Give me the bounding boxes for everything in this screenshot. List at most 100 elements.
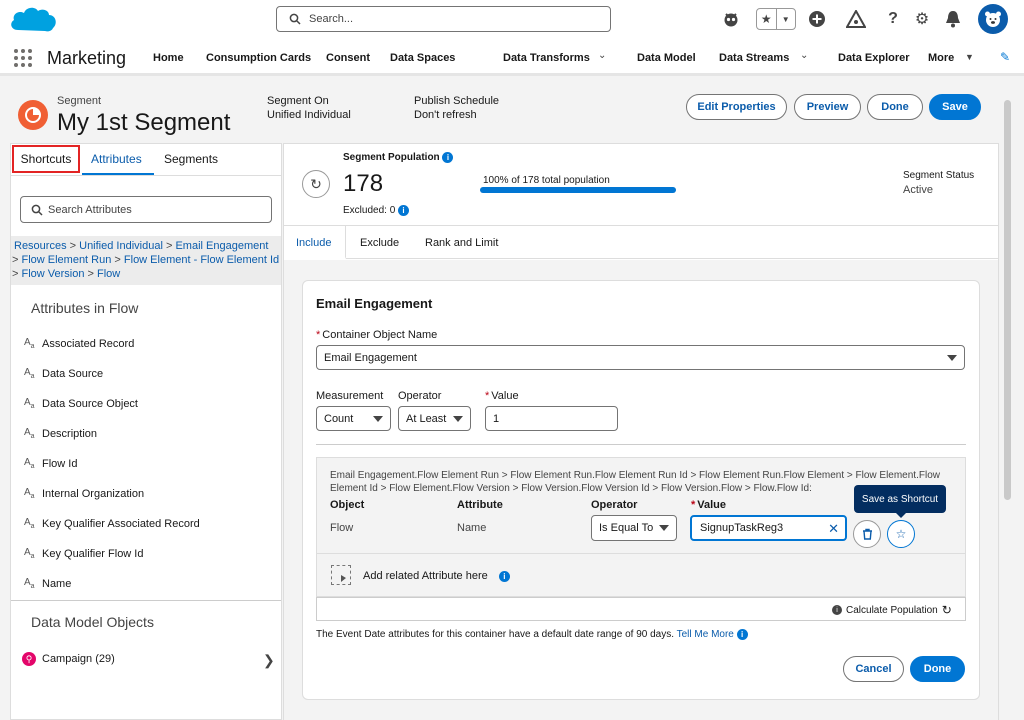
info-icon[interactable]: i [736, 629, 748, 640]
nav-item-home[interactable]: Home [153, 52, 184, 64]
text-type-icon: Aa [24, 577, 35, 590]
search-placeholder: Search... [309, 13, 354, 25]
edit-properties-button[interactable]: Edit Properties [686, 94, 787, 120]
breadcrumb-flow[interactable]: Flow [97, 268, 120, 280]
divider [316, 444, 966, 445]
operator-value: At Least [406, 412, 447, 425]
tab-include[interactable]: Include [296, 237, 331, 249]
text-type-icon: Aa [24, 367, 35, 380]
tab-rank-and-limit[interactable]: Rank and Limit [425, 237, 498, 249]
nav-item-data-spaces[interactable]: Data Spaces [390, 52, 455, 64]
breadcrumb-flow-element-run[interactable]: Flow Element Run [21, 254, 111, 266]
favorites-dropdown-icon[interactable]: ▼ [775, 9, 796, 29]
attribute-item[interactable]: Aa Key Qualifier Associated Record [24, 517, 200, 530]
filter-operator-select[interactable]: Is Equal To [591, 515, 677, 541]
favorites-star-icon[interactable]: ★ [757, 9, 776, 29]
breadcrumb-unified-individual[interactable]: Unified Individual [79, 240, 163, 252]
global-search-input[interactable]: Search... [276, 6, 611, 32]
nav-more-chevron-icon[interactable]: ▼ [965, 52, 974, 62]
nav-data-transforms-chevron-icon[interactable]: ⌄ [598, 50, 606, 61]
tab-exclude[interactable]: Exclude [360, 237, 399, 249]
attribute-label: Name [42, 577, 72, 590]
attribute-item[interactable]: Aa Data Source [24, 367, 103, 380]
col-operator: Operator [591, 499, 638, 511]
progress-fill [480, 187, 676, 193]
attribute-item[interactable]: Aa Data Source Object [24, 397, 138, 410]
notifications-bell-icon[interactable] [942, 8, 964, 30]
edit-nav-pencil-icon[interactable]: ✎ [1000, 50, 1010, 64]
help-icon[interactable]: ? [882, 8, 904, 30]
text-type-icon: Aa [24, 517, 35, 530]
nav-item-more[interactable]: More [928, 52, 954, 64]
filter-value-input[interactable]: SignupTaskReg3 ✕ [690, 515, 847, 541]
population-progress-bar [480, 187, 676, 193]
trailhead-icon[interactable] [845, 8, 867, 30]
cancel-button[interactable]: Cancel [843, 656, 904, 682]
segment-status-label: Segment Status [903, 170, 975, 181]
dropdown-arrow-icon [947, 355, 957, 361]
attribute-item[interactable]: Aa Flow Id [24, 457, 77, 470]
clear-icon[interactable]: ✕ [828, 521, 839, 537]
breadcrumb-flow-element-id[interactable]: Flow Element - Flow Element Id [124, 254, 279, 266]
chevron-right-icon[interactable]: ❯ [263, 652, 275, 669]
col-value: * Value [691, 499, 727, 511]
search-icon [289, 13, 301, 25]
attribute-item[interactable]: Aa Associated Record [24, 337, 134, 350]
einstein-icon[interactable] [720, 8, 742, 30]
delete-filter-button[interactable] [853, 520, 881, 548]
refresh-population-icon[interactable]: ↻ [302, 170, 330, 198]
salesforce-cloud-icon[interactable] [8, 4, 60, 36]
save-as-shortcut-button[interactable]: ☆ [887, 520, 915, 548]
operator-select[interactable]: At Least [398, 406, 471, 431]
breadcrumb-flow-version[interactable]: Flow Version [21, 268, 84, 280]
tab-segments[interactable]: Segments [164, 152, 218, 166]
done-button[interactable]: Done [867, 94, 923, 120]
info-icon[interactable]: i [442, 152, 454, 163]
nav-item-data-transforms[interactable]: Data Transforms [503, 52, 590, 64]
container-done-button[interactable]: Done [910, 656, 965, 682]
container-object-value: Email Engagement [324, 351, 417, 364]
nav-item-consent[interactable]: Consent [326, 52, 370, 64]
attribute-item[interactable]: Aa Description [24, 427, 97, 440]
nav-item-data-explorer[interactable]: Data Explorer [838, 52, 910, 64]
add-related-label: Add related Attribute here [363, 570, 488, 582]
value-input-text: 1 [493, 412, 500, 425]
attribute-item[interactable]: Aa Name [24, 577, 71, 590]
measurement-select[interactable]: Count [316, 406, 391, 431]
tab-attributes[interactable]: Attributes [91, 152, 142, 166]
tab-shortcuts[interactable]: Shortcuts [12, 145, 80, 173]
population-percent-text: 100% of 178 total population [483, 175, 610, 186]
attribute-item[interactable]: Aa Key Qualifier Flow Id [24, 547, 143, 560]
container-object-select[interactable]: Email Engagement [316, 345, 965, 370]
filter-path-text: Email Engagement.Flow Element Run > Flow… [330, 470, 940, 494]
app-launcher-icon[interactable] [14, 49, 32, 67]
text-type-icon: Aa [24, 397, 35, 410]
breadcrumb-email-engagement[interactable]: Email Engagement [175, 240, 268, 252]
preview-button[interactable]: Preview [794, 94, 861, 120]
calculate-population-button[interactable]: i Calculate Population ↻ [832, 603, 952, 617]
scrollbar-thumb[interactable] [1004, 100, 1011, 500]
nav-data-streams-chevron-icon[interactable]: ⌄ [800, 50, 808, 61]
setup-gear-icon[interactable]: ⚙ [911, 8, 933, 30]
save-button[interactable]: Save [929, 94, 981, 120]
info-icon[interactable]: i [398, 205, 410, 216]
user-avatar-icon[interactable] [978, 4, 1008, 34]
favorites-group[interactable]: ★ ▼ [756, 8, 796, 30]
nav-item-consumption-cards[interactable]: Consumption Cards [206, 52, 311, 64]
global-add-icon[interactable] [806, 8, 828, 30]
segment-status-value: Active [903, 184, 933, 196]
tell-me-more-link[interactable]: Tell Me More [677, 629, 734, 640]
drop-target-icon [331, 565, 351, 585]
attribute-item[interactable]: Aa Internal Organization [24, 487, 144, 500]
info-icon[interactable]: i [498, 570, 510, 582]
add-related-attribute-zone[interactable]: Add related Attribute here i [363, 570, 510, 582]
dmo-item-campaign[interactable]: ⚲ Campaign (29) [22, 652, 115, 666]
attributes-search-input[interactable]: Search Attributes [20, 196, 272, 223]
nav-item-data-model[interactable]: Data Model [637, 52, 696, 64]
breadcrumb-resources[interactable]: Resources [14, 240, 67, 252]
trash-icon [862, 528, 872, 540]
nav-item-data-streams[interactable]: Data Streams [719, 52, 789, 64]
value-input[interactable]: 1 [485, 406, 618, 431]
breadcrumb-line-3: > Flow Version > Flow [12, 268, 121, 280]
attribute-label: Data Source [42, 367, 104, 380]
